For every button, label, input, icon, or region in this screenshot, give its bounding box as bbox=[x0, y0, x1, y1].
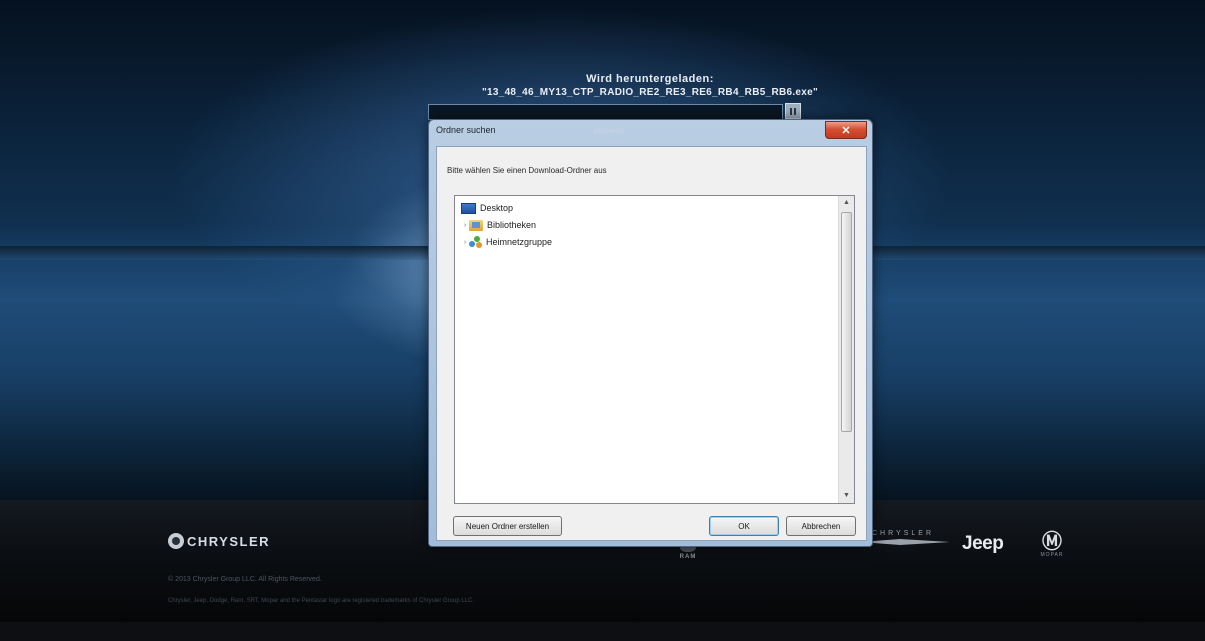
download-header: Wird heruntergeladen: "13_48_46_MY13_CTP… bbox=[420, 73, 880, 98]
tree-item-libraries[interactable]: › Bibliotheken bbox=[461, 218, 536, 232]
close-button[interactable]: ✕ bbox=[825, 121, 867, 139]
wing-logo-icon[interactable] bbox=[860, 537, 950, 547]
footer-bottom-bar bbox=[0, 622, 1205, 641]
pause-icon bbox=[790, 107, 792, 115]
mopar-logo[interactable]: Ⓜ MOPAR bbox=[1038, 532, 1066, 558]
scroll-down-icon[interactable]: ▼ bbox=[839, 489, 854, 503]
dialog-titlebar[interactable]: Ordner suchen Wireless ✕ bbox=[429, 120, 872, 142]
dialog-prompt: Bitte wählen Sie einen Download-Ordner a… bbox=[447, 166, 607, 175]
tree-item-homegroup[interactable]: › Heimnetzgruppe bbox=[461, 235, 552, 249]
download-filename: "13_48_46_MY13_CTP_RADIO_RE2_RE3_RE6_RB4… bbox=[481, 87, 819, 98]
chrysler-logo[interactable]: CHRYSLER bbox=[168, 533, 270, 549]
copyright-text: © 2013 Chrysler Group LLC. All Rights Re… bbox=[168, 576, 322, 583]
tree-item-desktop[interactable]: Desktop bbox=[461, 201, 513, 215]
new-folder-button[interactable]: Neuen Ordner erstellen bbox=[453, 516, 562, 536]
dialog-title-ghost: Wireless bbox=[593, 126, 624, 135]
scroll-up-icon[interactable]: ▲ bbox=[839, 196, 854, 210]
browse-folder-dialog: Ordner suchen Wireless ✕ Bitte wählen Si… bbox=[428, 119, 873, 547]
pause-button[interactable] bbox=[785, 103, 801, 119]
expand-arrow-icon[interactable]: › bbox=[461, 239, 469, 246]
tree-item-label: Bibliotheken bbox=[487, 220, 537, 230]
dialog-body: Bitte wählen Sie einen Download-Ordner a… bbox=[436, 146, 867, 541]
desktop-icon bbox=[461, 202, 476, 214]
tree-item-label: Desktop bbox=[480, 203, 514, 213]
mopar-wordmark: MOPAR bbox=[1040, 552, 1064, 558]
chrysler-emblem-icon bbox=[168, 533, 184, 549]
download-title: Wird heruntergeladen: bbox=[586, 73, 714, 85]
close-icon: ✕ bbox=[841, 124, 851, 137]
library-icon bbox=[469, 219, 483, 231]
wing-logo-text: CHRYSLER bbox=[872, 530, 934, 537]
jeep-logo[interactable]: Jeep bbox=[962, 533, 1004, 555]
dialog-title: Ordner suchen bbox=[436, 125, 496, 135]
ok-button[interactable]: OK bbox=[709, 516, 779, 536]
folder-tree[interactable]: Desktop › Bibliotheken › Heimnetzgruppe bbox=[454, 195, 855, 504]
expand-arrow-icon[interactable]: › bbox=[461, 222, 469, 229]
chrysler-wordmark: CHRYSLER bbox=[187, 533, 271, 549]
tree-scrollbar[interactable]: ▲ ▼ bbox=[838, 196, 854, 503]
download-progress-bar bbox=[428, 104, 783, 120]
scrollbar-thumb[interactable] bbox=[841, 212, 852, 432]
mopar-m-icon: Ⓜ bbox=[1042, 531, 1062, 553]
cancel-button[interactable]: Abbrechen bbox=[786, 516, 856, 536]
ram-wordmark: RAM bbox=[679, 554, 697, 560]
tree-item-label: Heimnetzgruppe bbox=[486, 237, 553, 247]
trademark-text: Chrysler, Jeep, Dodge, Ram, SRT, Mopar a… bbox=[168, 598, 475, 604]
homegroup-icon bbox=[469, 236, 482, 248]
page: Wird heruntergeladen: "13_48_46_MY13_CTP… bbox=[0, 0, 1205, 641]
